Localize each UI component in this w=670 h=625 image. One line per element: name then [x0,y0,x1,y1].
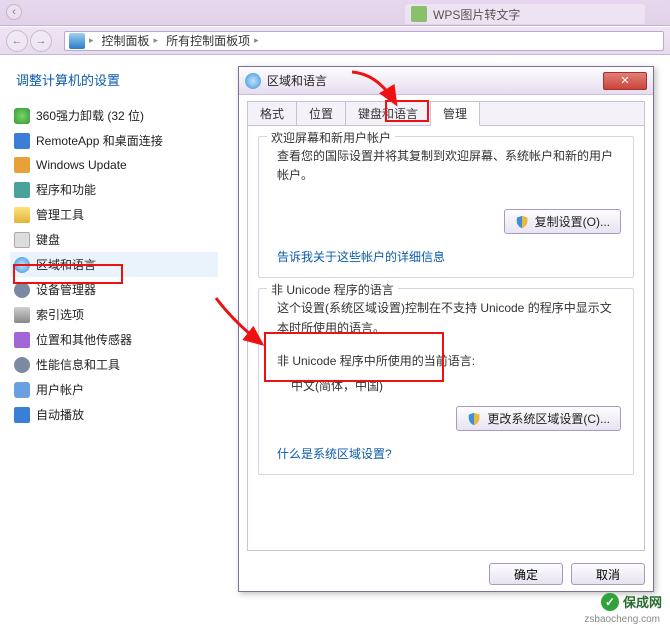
tab-location[interactable]: 位置 [297,102,346,125]
item-label: 区域和语言 [36,256,96,273]
globe-icon [245,73,261,89]
item-label: RemoteApp 和桌面连接 [36,132,163,149]
gear-icon [14,357,30,373]
dialog-title: 区域和语言 [267,72,597,89]
group-non-unicode: 非 Unicode 程序的语言 这个设置(系统区域设置)控制在不支持 Unico… [258,288,634,475]
control-panel-item-list: 360强力卸载 (32 位) RemoteApp 和桌面连接 Windows Upd… [10,103,218,427]
breadcrumb-seg-1[interactable]: 控制面板 [102,32,150,49]
gear-icon [14,282,30,298]
user-icon [14,382,30,398]
tab-format[interactable]: 格式 [248,102,297,125]
copy-settings-button[interactable]: 复制设置(O)... [504,209,621,234]
teal-icon [14,182,30,198]
item-label: 用户帐户 [36,381,84,398]
browser-top-chrome: ‹ WPS图片转文字 [0,0,670,26]
current-language-value: 中文(简体，中国) [291,377,621,396]
page-title: 调整计算机的设置 [10,70,218,89]
ok-button[interactable]: 确定 [489,563,563,585]
item-label: 自动播放 [36,406,84,423]
group-welcome-accounts: 欢迎屏幕和新用户帐户 查看您的国际设置并将其复制到欢迎屏幕、系统帐户和新的用户帐… [258,136,634,278]
group-description: 这个设置(系统区域设置)控制在不支持 Unicode 的程序中显示文本时所使用的… [277,299,621,337]
cancel-button[interactable]: 取消 [571,563,645,585]
button-label: 复制设置(O)... [535,213,610,230]
chevron-right-icon: ▸ [154,35,159,46]
dialog-footer: 确定 取消 [247,563,645,585]
link-what-is-locale[interactable]: 什么是系统区域设置? [277,445,392,462]
item-360-uninstall[interactable]: 360强力卸载 (32 位) [10,103,218,128]
change-system-locale-button[interactable]: 更改系统区域设置(C)... [456,406,621,431]
shield-icon [467,412,481,426]
item-remoteapp[interactable]: RemoteApp 和桌面连接 [10,128,218,153]
item-label: 位置和其他传感器 [36,331,132,348]
group-title: 欢迎屏幕和新用户帐户 [267,129,395,146]
item-admin-tools[interactable]: 管理工具 [10,202,218,227]
item-label: 性能信息和工具 [36,356,120,373]
item-keyboard[interactable]: 键盘 [10,227,218,252]
item-programs[interactable]: 程序和功能 [10,177,218,202]
item-label: 设备管理器 [36,281,96,298]
tab-admin[interactable]: 管理 [431,102,480,126]
sensor-icon [14,332,30,348]
item-label: 索引选项 [36,306,84,323]
item-windows-update[interactable]: Windows Update [10,153,218,177]
check-icon: ✓ [601,593,619,611]
watermark-url: zsbaocheng.com [584,614,660,625]
item-device-manager[interactable]: 设备管理器 [10,277,218,302]
chevron-right-icon: ▸ [254,35,259,46]
group-description: 查看您的国际设置并将其复制到欢迎屏幕、系统帐户和新的用户帐户。 [277,147,621,185]
item-region-language[interactable]: 区域和语言 [10,252,218,277]
item-index-options[interactable]: 索引选项 [10,302,218,327]
control-panel-icon [69,33,85,49]
orange-icon [14,157,30,173]
item-sensors[interactable]: 位置和其他传感器 [10,327,218,352]
browser-tab-label: WPS图片转文字 [433,6,520,23]
watermark-text: 保成网 [623,592,662,611]
blue-icon [14,133,30,149]
item-label: 360强力卸载 (32 位) [36,107,144,124]
image-icon [411,6,427,22]
item-label: 键盘 [36,231,60,248]
watermark: ✓ 保成网 [601,592,662,611]
close-button[interactable]: ✕ [603,72,647,90]
item-label: Windows Update [36,158,127,172]
control-panel-left: 调整计算机的设置 360强力卸载 (32 位) RemoteApp 和桌面连接 Wi… [0,56,220,615]
chevron-right-icon: ▸ [89,35,94,46]
button-label: 更改系统区域设置(C)... [487,410,610,427]
nav-buttons: ← → [0,30,58,52]
item-performance[interactable]: 性能信息和工具 [10,352,218,377]
disk-icon [14,307,30,323]
folder-icon [14,207,30,223]
item-user-accounts[interactable]: 用户帐户 [10,377,218,402]
breadcrumb-seg-2[interactable]: 所有控制面板项 [166,32,250,49]
region-language-dialog: 区域和语言 ✕ 格式位置键盘和语言管理 欢迎屏幕和新用户帐户 查看您的国际设置并… [238,66,654,592]
globe-icon [14,257,30,273]
dialog-tabs: 格式位置键盘和语言管理 [248,102,644,126]
item-label: 程序和功能 [36,181,96,198]
item-label: 管理工具 [36,206,84,223]
dialog-content: 格式位置键盘和语言管理 欢迎屏幕和新用户帐户 查看您的国际设置并将其复制到欢迎屏… [247,101,645,551]
item-autoplay[interactable]: 自动播放 [10,402,218,427]
group-title: 非 Unicode 程序的语言 [267,281,398,298]
close-icon: ✕ [620,74,629,87]
link-account-details[interactable]: 告诉我关于这些帐户的详细信息 [277,248,445,265]
browser-tab[interactable]: WPS图片转文字 [405,4,645,24]
shield-icon [515,215,529,229]
nav-back-button[interactable]: ← [6,30,28,52]
breadcrumb[interactable]: ▸ 控制面板 ▸ 所有控制面板项 ▸ [64,31,664,51]
nav-forward-button[interactable]: → [30,30,52,52]
tab-keyboard-language[interactable]: 键盘和语言 [346,102,431,125]
current-language-label: 非 Unicode 程序中所使用的当前语言: [277,352,621,371]
address-bar: ← → ▸ 控制面板 ▸ 所有控制面板项 ▸ [0,27,670,55]
dialog-titlebar: 区域和语言 ✕ [239,67,653,95]
play-icon [14,407,30,423]
browser-back-small[interactable]: ‹ [6,4,22,20]
green-icon [14,108,30,124]
kbd-icon [14,232,30,248]
